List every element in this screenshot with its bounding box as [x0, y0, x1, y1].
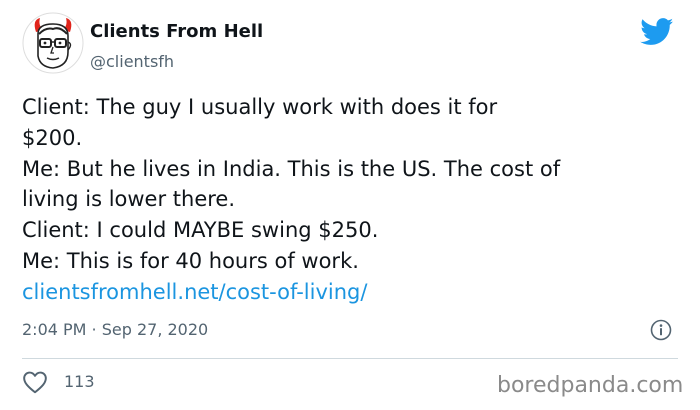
tweet-line: Me: This is for 40 hours of work.: [22, 248, 359, 273]
info-icon[interactable]: [650, 319, 672, 341]
tweet-line: living is lower there.: [22, 187, 236, 212]
watermark: boredpanda.com: [497, 373, 684, 398]
tweet-timestamp[interactable]: 2:04 PM · Sep 27, 2020: [22, 318, 208, 342]
like-count: 113: [64, 372, 95, 391]
divider: [22, 358, 678, 359]
avatar[interactable]: [22, 12, 84, 74]
heart-icon[interactable]: [22, 370, 48, 394]
twitter-bird-icon[interactable]: [640, 18, 674, 46]
devil-face-icon: [22, 12, 84, 74]
account-name[interactable]: Clients From Hell: [90, 20, 263, 44]
tweet-line: Me: But he lives in India. This is the U…: [22, 156, 561, 181]
tweet-line: $200.: [22, 125, 83, 150]
tweet-line: Client: The guy I usually work with does…: [22, 95, 498, 119]
tweet-body: Client: The guy I usually work with does…: [22, 92, 684, 308]
tweet-link[interactable]: clientsfromhell.net/cost-of-living/: [22, 277, 684, 308]
account-handle[interactable]: @clientsfh: [90, 51, 174, 73]
tweet-line: Client: I could MAYBE swing $250.: [22, 218, 379, 243]
